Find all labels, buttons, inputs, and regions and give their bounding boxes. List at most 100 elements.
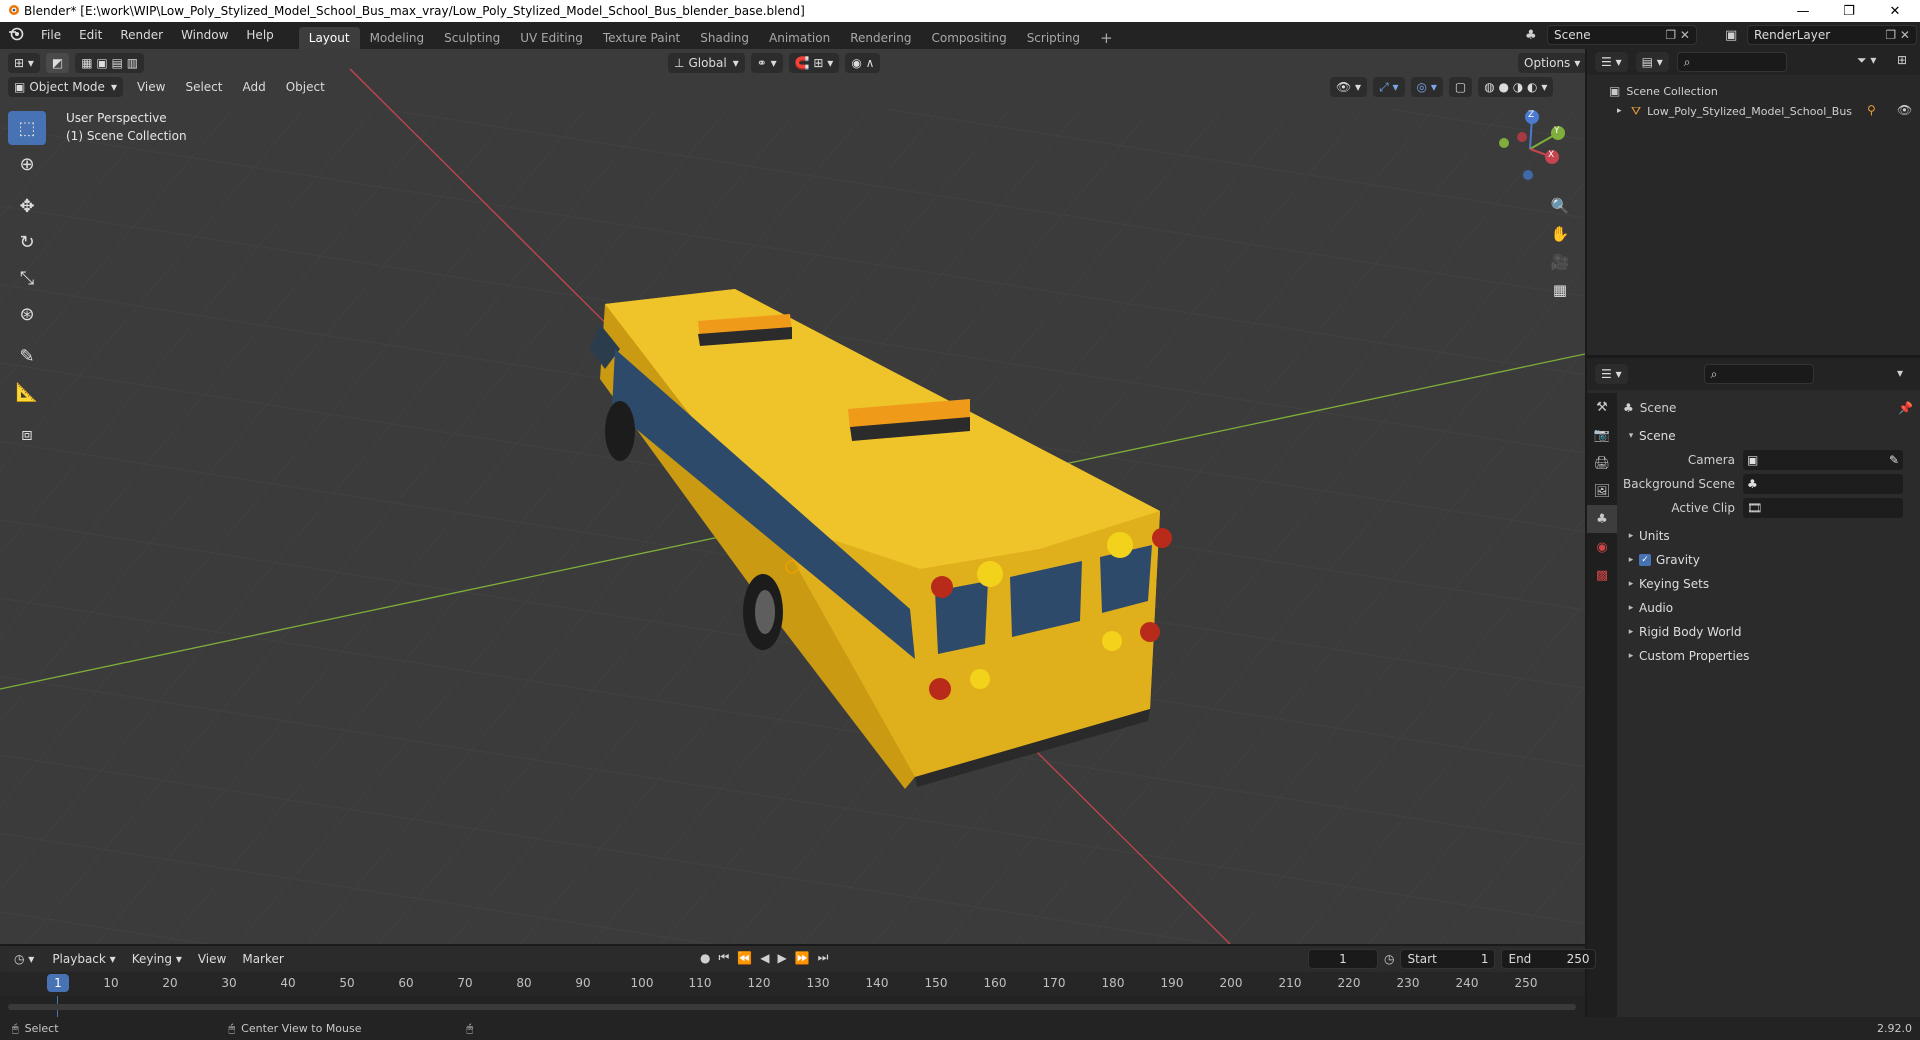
jump-start-icon[interactable]: ⏮ [718,950,729,965]
outliner-row-bus[interactable]: ▸ ⛛ Low_Poly_Stylized_Model_School_Bus ⚲… [1587,101,1920,121]
record-icon[interactable]: ● [700,951,710,965]
tab-compositing[interactable]: Compositing [921,27,1016,49]
options-dropdown[interactable]: Options ▾ [1518,53,1585,73]
menu-window[interactable]: Window [172,22,237,49]
expand-arrow-icon[interactable]: ▸ [1617,106,1631,116]
scale-tool-icon[interactable]: ⤡ [8,261,46,295]
blender-menu-icon[interactable] [0,26,32,45]
3d-viewport[interactable]: ⊞ ▾ ◩ ▦ ▣ ▤ ▥ ⊥ Global ▾ ⚭ ▾ 🧲 ⊞ ▾ ◉ ∧ O… [0,49,1585,944]
custom-properties-panel-header[interactable]: ▸ Custom Properties [1623,644,1918,668]
pivot-point-icon[interactable]: ⚭ ▾ [750,53,783,73]
tab-uv-editing[interactable]: UV Editing [510,27,593,49]
audio-panel-header[interactable]: ▸ Audio [1623,596,1918,620]
tab-layout[interactable]: Layout [298,27,360,49]
menu-edit[interactable]: Edit [70,22,111,49]
outliner-editor-type-icon[interactable]: ☰ ▾ [1595,52,1628,72]
tab-texture-paint[interactable]: Texture Paint [593,27,690,49]
proportional-edit-icon[interactable]: ◉ ∧ [845,53,881,73]
zoom-icon[interactable]: 🔍 [1546,192,1574,220]
menu-timeline-view[interactable]: View [194,949,230,969]
pin-icon[interactable]: 📌 [1898,401,1913,415]
new-collection-icon[interactable]: ⊞ [1897,53,1907,67]
eyedropper-icon[interactable]: ✎ [1889,453,1899,467]
active-clip-field[interactable]: 🎞 [1743,498,1903,518]
properties-search-input[interactable]: ⌕ [1703,364,1814,384]
menu-object[interactable]: Object [280,77,331,97]
render-tab-icon[interactable]: 📷 [1587,421,1617,449]
mode-dropdown[interactable]: ▣ Object Mode ▾ [8,77,123,97]
duplicate-scene-icon[interactable]: ❐ ✕ [1665,28,1690,42]
transform-tool-icon[interactable]: ⊛ [8,297,46,331]
visibility-icon[interactable]: 👁 ▾ [1330,77,1368,97]
rotate-tool-icon[interactable]: ↻ [8,225,46,259]
tab-animation[interactable]: Animation [759,27,840,49]
maximize-button[interactable]: ❐ [1826,0,1872,22]
menu-help[interactable]: Help [237,22,282,49]
tab-modeling[interactable]: Modeling [360,27,435,49]
move-tool-icon[interactable]: ✥ [8,189,46,223]
output-tab-icon[interactable]: 🖨 [1587,449,1617,477]
menu-marker[interactable]: Marker [238,949,287,969]
properties-editor-type-icon[interactable]: ☰ ▾ [1595,364,1628,384]
timeline-editor-type-icon[interactable]: ◷ ▾ [8,949,41,969]
close-button[interactable]: ✕ [1872,0,1918,22]
menu-playback[interactable]: Playback ▾ [48,949,119,969]
tab-rendering[interactable]: Rendering [840,27,921,49]
xray-icon[interactable]: ▢ [1448,77,1473,97]
menu-render[interactable]: Render [111,22,172,49]
gravity-checkbox[interactable]: ✓ [1639,554,1651,566]
timeline-body[interactable] [0,996,1585,1017]
play-reverse-icon[interactable]: ◀ [760,951,769,965]
annotate-tool-icon[interactable]: ✎ [8,339,46,373]
start-frame-field[interactable]: Start 1 [1400,949,1496,969]
menu-select[interactable]: Select [179,77,228,97]
outliner-row-scene-collection[interactable]: ▣ Scene Collection [1587,81,1920,101]
timeline-scrollbar[interactable] [8,1004,1576,1010]
menu-keying[interactable]: Keying ▾ [128,949,186,969]
end-frame-field[interactable]: End 250 [1501,949,1597,969]
cursor-tool-icon[interactable]: ⊕ [8,147,46,181]
minimize-button[interactable]: — [1780,0,1826,22]
shading-mode-icons[interactable]: ◍ ● ◑ ◐ ▾ [1478,77,1554,97]
tool-tab-icon[interactable]: ⚒ [1587,393,1617,421]
camera-view-icon[interactable]: 🎥 [1546,248,1574,276]
gravity-panel-header[interactable]: ▸ ✓ Gravity [1623,548,1918,572]
duplicate-layer-icon[interactable]: ❐ ✕ [1885,28,1910,42]
next-keyframe-icon[interactable]: ⏩ [795,951,810,965]
tab-scripting[interactable]: Scripting [1017,27,1090,49]
playhead-marker[interactable]: 1 [47,974,69,992]
menu-add[interactable]: Add [236,77,271,97]
filter-icon[interactable]: ⏷ ▾ [1857,53,1876,68]
visibility-eye-icon[interactable]: 👁 [1897,103,1912,117]
scene-selector[interactable]: Scene ❐ ✕ [1547,25,1697,45]
timeline-ruler[interactable]: 1 10 20 30 40 50 60 70 80 90 100 110 120… [0,972,1585,996]
clock-icon[interactable]: ◷ [1384,952,1394,966]
gizmo-icon[interactable]: ⤢ ▾ [1373,77,1405,97]
rigid-body-world-panel-header[interactable]: ▸ Rigid Body World [1623,620,1918,644]
prev-keyframe-icon[interactable]: ⏪ [737,951,752,965]
current-frame-field[interactable]: 1 [1308,949,1378,969]
world-tab-icon[interactable]: ◉ [1587,533,1617,561]
select-box-tool-icon[interactable]: ⬚ [8,111,46,145]
editor-type-icon[interactable]: ⊞ ▾ [8,53,40,73]
jump-end-icon[interactable]: ⏭ [818,950,829,965]
outliner-search-input[interactable]: ⌕ [1676,52,1787,72]
chevron-down-icon[interactable]: ▾ [1897,366,1903,380]
keying-sets-panel-header[interactable]: ▸ Keying Sets [1623,572,1918,596]
play-icon[interactable]: ▶ [777,951,786,965]
display-mode-icon[interactable]: ▤ ▾ [1635,52,1669,72]
background-scene-field[interactable]: ♣ [1743,474,1903,494]
units-panel-header[interactable]: ▸ Units [1623,524,1918,548]
scene-panel-header[interactable]: ▾ Scene [1623,424,1918,448]
view-layer-tab-icon[interactable]: 🖼 [1587,477,1617,505]
add-cube-tool-icon[interactable]: ⧈ [8,417,46,451]
selection-mode-icons[interactable]: ▦ ▣ ▤ ▥ [75,53,145,73]
texture-tab-icon[interactable]: ▩ [1587,561,1617,589]
ortho-toggle-icon[interactable]: ▦ [1546,276,1574,304]
menu-view[interactable]: View [131,77,171,97]
tab-sculpting[interactable]: Sculpting [434,27,510,49]
navigation-gizmo[interactable]: Z Y X [1490,109,1570,189]
scene-tab-icon[interactable]: ♣ [1587,505,1617,533]
camera-field[interactable]: ▣ ✎ [1743,450,1903,470]
tab-shading[interactable]: Shading [690,27,759,49]
